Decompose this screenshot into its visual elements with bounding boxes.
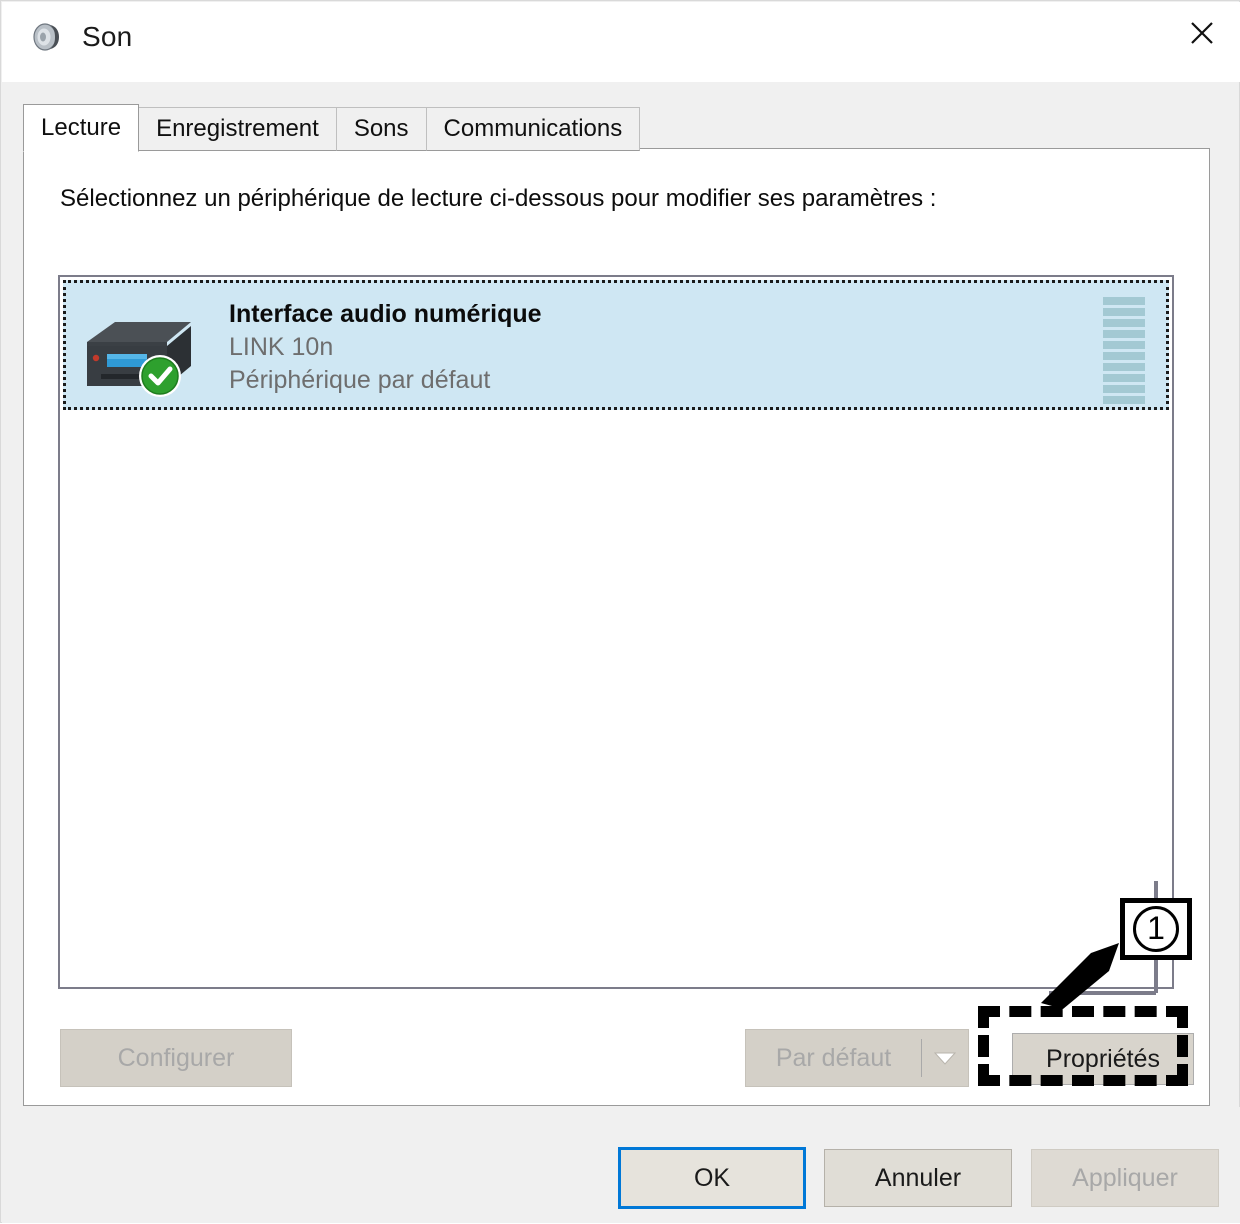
close-button[interactable] [1164, 2, 1240, 64]
meter-bar [1103, 319, 1145, 327]
meter-bar [1103, 352, 1145, 360]
window-title: Son [82, 21, 133, 52]
tab-panel-lecture: Sélectionnez un périphérique de lecture … [23, 148, 1210, 1106]
speaker-icon [33, 23, 59, 51]
tab-communications[interactable]: Communications [425, 107, 641, 151]
meter-bar [1103, 374, 1145, 382]
volume-level-meter [1103, 297, 1145, 404]
meter-bar [1103, 385, 1145, 393]
device-list-item[interactable]: Interface audio numérique LINK 10n Périp… [63, 280, 1169, 410]
device-model: LINK 10n [229, 333, 334, 361]
set-default-button-label: Par défaut [775, 1043, 892, 1072]
tab-label: Sons [353, 115, 409, 142]
set-default-dropdown-button[interactable] [922, 1030, 968, 1086]
apply-button-label: Appliquer [1072, 1163, 1178, 1192]
instruction-text: Sélectionnez un périphérique de lecture … [60, 185, 937, 212]
apply-button[interactable]: Appliquer [1031, 1149, 1219, 1207]
tab-strip: Lecture Enregistrement Sons Communicatio… [23, 104, 641, 152]
tab-sons[interactable]: Sons [335, 107, 427, 151]
meter-bar [1103, 363, 1145, 371]
device-text-block: Interface audio numérique LINK 10n Périp… [229, 297, 542, 397]
device-icon-wrapper [81, 312, 197, 398]
cancel-button-label: Annuler [874, 1163, 962, 1192]
sound-settings-dialog: Son Lecture Enregistrement Sons Communic… [0, 0, 1240, 1223]
playback-device-list[interactable]: Interface audio numérique LINK 10n Périp… [58, 275, 1174, 989]
audio-interface-icon [87, 322, 191, 397]
ok-button-label: OK [693, 1163, 731, 1192]
tab-label: Communications [443, 115, 623, 142]
tab-lecture[interactable]: Lecture [23, 104, 140, 152]
meter-bar [1103, 308, 1145, 316]
set-default-button[interactable]: Par défaut [746, 1030, 921, 1086]
properties-button[interactable]: Propriétés [1012, 1033, 1194, 1085]
meter-bar [1103, 396, 1145, 404]
tab-label: Enregistrement [156, 115, 319, 142]
tab-enregistrement[interactable]: Enregistrement [138, 107, 337, 151]
properties-button-label: Propriétés [1046, 1044, 1160, 1073]
dialog-footer: OK Annuler Appliquer [2, 1107, 1240, 1223]
meter-bar [1103, 341, 1145, 349]
configure-button-label: Configurer [117, 1043, 235, 1072]
configure-button[interactable]: Configurer [60, 1029, 292, 1087]
title-bar-left: Son [30, 20, 132, 54]
title-bar: Son [2, 2, 1240, 82]
device-name: Interface audio numérique [229, 300, 542, 328]
device-default-status: Périphérique par défaut [229, 366, 491, 394]
tab-label: Lecture [41, 114, 122, 141]
chevron-down-icon [933, 1052, 957, 1065]
close-icon [1191, 22, 1213, 44]
set-default-split-button[interactable]: Par défaut [745, 1029, 969, 1087]
ok-button[interactable]: OK [618, 1147, 806, 1209]
meter-bar [1103, 330, 1145, 338]
meter-bar [1103, 297, 1145, 305]
cancel-button[interactable]: Annuler [824, 1149, 1012, 1207]
